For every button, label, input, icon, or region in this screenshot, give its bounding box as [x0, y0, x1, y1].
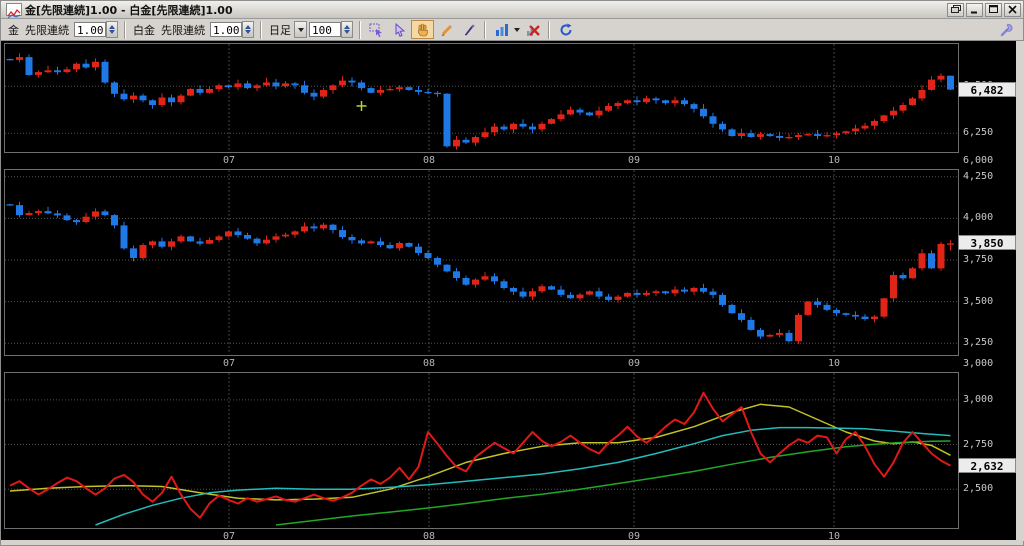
bar-count-spin-buttons[interactable] [341, 21, 353, 38]
spread-chart: 07080910 [4, 372, 959, 541]
titlebar: 金[先限連続]1.00 - 白金[先限連続]1.00 [1, 1, 1023, 19]
svg-text:09: 09 [628, 358, 640, 369]
platinum-price-badge: 3,850 [958, 235, 1016, 250]
gold-price-badge: 6,482 [958, 82, 1016, 97]
separator [124, 21, 126, 39]
platinum-chart: 07 08 09 10 [4, 169, 959, 371]
toolbar: 金 先限連続 1.00 白金 先限連続 1.00 日足 100 [1, 19, 1023, 41]
gold-series-label: 先限連続 [25, 22, 69, 38]
right-frame-strip [1016, 41, 1024, 541]
delete-chart-button[interactable] [521, 20, 544, 39]
y-axis-label: 6,250 [963, 127, 1015, 138]
y-axis-label: 3,250 [963, 337, 1015, 348]
period-dropdown-button[interactable] [294, 21, 307, 38]
app-chart-icon [6, 3, 22, 16]
pen-tool-button[interactable] [457, 20, 480, 39]
platinum-ratio-spin-buttons[interactable] [242, 21, 254, 38]
y-axis-label: 2,500 [963, 483, 1015, 494]
period-label: 日足 [269, 22, 291, 38]
svg-text:08: 08 [423, 155, 435, 166]
refresh-button[interactable] [554, 20, 577, 39]
chart-type-dropdown-button[interactable] [513, 21, 521, 38]
gold-symbol-label: 金 [8, 22, 19, 38]
svg-text:09: 09 [628, 155, 640, 166]
platinum-symbol-label: 白金 [133, 22, 155, 38]
chart-window: 金[先限連続]1.00 - 白金[先限連続]1.00 金 先限連続 1.00 白… [0, 0, 1024, 546]
settings-wrench-button[interactable] [996, 20, 1019, 39]
close-button[interactable] [1004, 3, 1021, 17]
svg-text:07: 07 [223, 358, 235, 369]
pointer-tool-button[interactable] [388, 20, 411, 39]
pencil-tool-button[interactable] [434, 20, 457, 39]
bottom-frame-strip [1, 540, 1023, 545]
svg-text:07: 07 [223, 155, 235, 166]
separator [484, 21, 486, 39]
hand-tool-button[interactable] [411, 20, 434, 39]
float-window-button[interactable] [947, 3, 964, 17]
platinum-ratio-value[interactable]: 1.00 [210, 22, 242, 37]
minimize-button[interactable] [966, 3, 983, 17]
svg-text:08: 08 [423, 358, 435, 369]
charts-area[interactable]: 日付:2021/10/18 始値:6,556 高値:6,557 安値:6,480… [2, 41, 1024, 541]
maximize-button[interactable] [985, 3, 1002, 17]
y-axis-label: 6,000 [963, 155, 1015, 166]
y-axis-label: 2,750 [963, 439, 1015, 450]
gold-ratio-value[interactable]: 1.00 [74, 22, 106, 37]
gold-chart: 07 08 09 10 [4, 43, 959, 167]
platinum-ratio-spinner[interactable]: 1.00 [210, 21, 254, 38]
separator [260, 21, 262, 39]
bar-count-value[interactable]: 100 [309, 22, 341, 37]
y-axis-label: 4,000 [963, 212, 1015, 223]
y-axis-label: 3,000 [963, 394, 1015, 405]
y-axis-label: 3,500 [963, 296, 1015, 307]
bar-count-spinner[interactable]: 100 [309, 21, 353, 38]
window-title: 金[先限連続]1.00 - 白金[先限連続]1.00 [25, 2, 233, 18]
y-axis-label: 4,250 [963, 171, 1015, 182]
box-select-tool-button[interactable] [365, 20, 388, 39]
svg-text:10: 10 [828, 358, 840, 369]
y-axis-label: 3,750 [963, 254, 1015, 265]
platinum-series-label: 先限連続 [161, 22, 205, 38]
svg-text:10: 10 [828, 155, 840, 166]
gold-ratio-spin-buttons[interactable] [106, 21, 118, 38]
separator [359, 21, 361, 39]
gold-ratio-spinner[interactable]: 1.00 [74, 21, 118, 38]
separator [548, 21, 550, 39]
y-axis-label: 3,000 [963, 358, 1015, 369]
spread-price-badge: 2,632 [958, 458, 1016, 473]
chart-type-button[interactable] [490, 20, 513, 39]
